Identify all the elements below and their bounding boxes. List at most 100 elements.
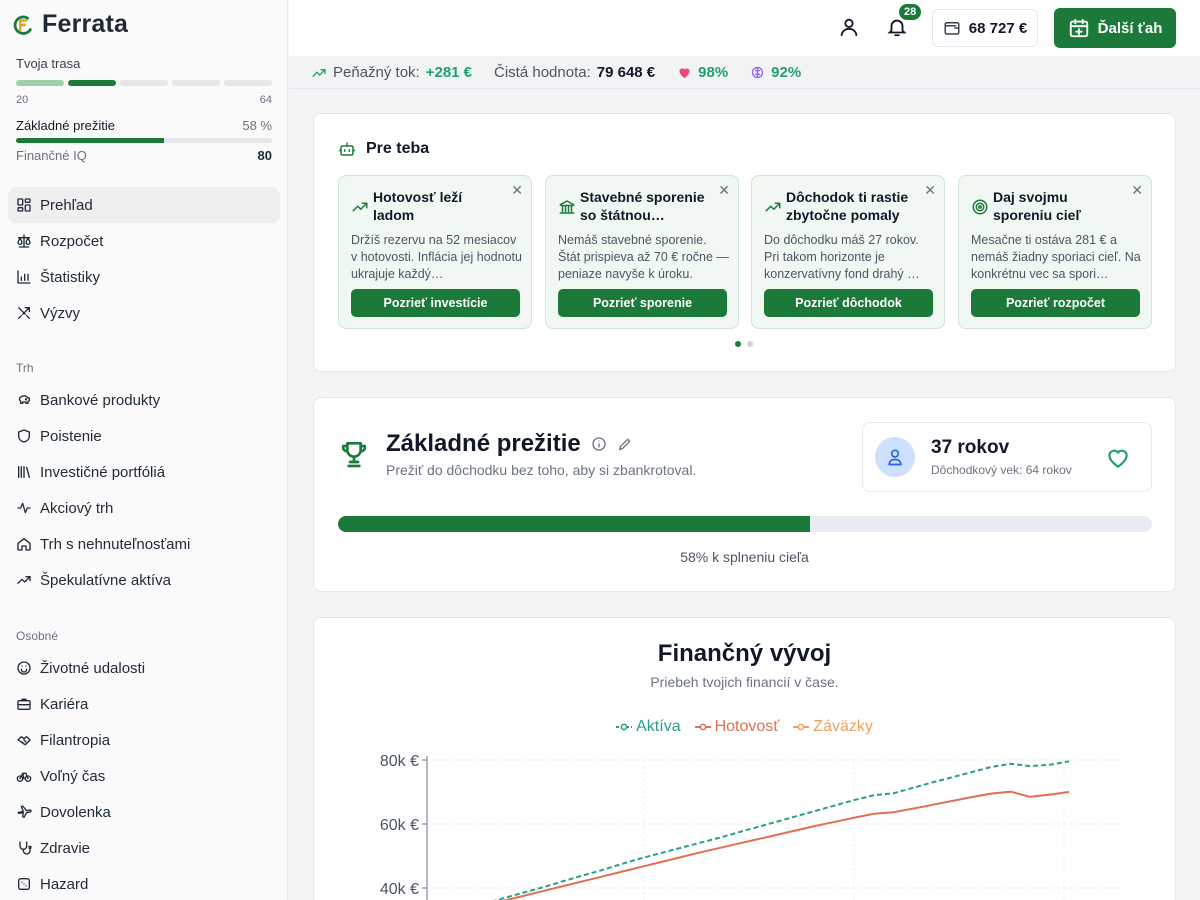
goal-mini-progress: [16, 138, 272, 143]
sidebar-item-investicne-portfolia[interactable]: Investičné portfóliá: [8, 454, 280, 490]
iq-value: 80: [257, 148, 272, 163]
journey-segment: [172, 80, 220, 86]
recommendations-title: Pre teba: [366, 140, 430, 157]
close-icon[interactable]: ✕: [924, 182, 936, 199]
trending-up-icon: [352, 202, 368, 212]
calendar-plus-icon: [1069, 18, 1088, 38]
legend-item-aktiva[interactable]: Aktíva: [616, 718, 681, 736]
ferrata-logo-icon: [13, 15, 32, 35]
recommendation-card: Stavebné sporenie so štátnou… ✕ Nemáš stav…: [545, 175, 739, 329]
sidebar-item-bankove-produkty[interactable]: Bankové produkty: [8, 382, 280, 418]
nav-section-personal: Osobné: [16, 629, 59, 643]
sidebar-item-zivotne-udalosti[interactable]: Životné udalosti: [8, 650, 280, 686]
sidebar-item-prehlad[interactable]: Prehľad: [8, 187, 280, 223]
legend-label: Záväzky: [813, 718, 873, 735]
sidebar-item-label: Rozpočet: [40, 232, 104, 250]
close-icon[interactable]: ✕: [511, 182, 523, 199]
recommendation-button[interactable]: Pozrieť rozpočet: [971, 289, 1140, 317]
networth-value: 79 648 €: [596, 64, 656, 81]
happiness-stat: 92%: [750, 64, 801, 81]
sidebar-item-label: Hazard: [40, 875, 89, 893]
sidebar-item-label: Prehľad: [40, 196, 93, 214]
nav-section-market: Trh: [16, 361, 34, 375]
swords-icon: [18, 307, 30, 319]
journey-segment: [16, 80, 64, 86]
pencil-icon[interactable]: [617, 436, 633, 452]
sidebar-item-spekulativne-aktiva[interactable]: Špekulatívne aktíva: [8, 562, 280, 598]
recommendation-card: Hotovosť leží ladom ✕ Držíš rezervu na 52 …: [338, 175, 532, 329]
sidebar-item-poistenie[interactable]: Poistenie: [8, 418, 280, 454]
carousel-dot-2[interactable]: [747, 341, 753, 347]
sidebar-item-label: Bankové produkty: [40, 391, 161, 409]
brand[interactable]: Ferrata: [12, 10, 128, 39]
networth-label: Čistá hodnota:: [494, 64, 591, 81]
nav-main: Prehľad Rozpočet Štatistiky Výzvy: [8, 187, 280, 331]
smile-icon: [17, 661, 31, 675]
y-tick-label: 80k €: [380, 753, 419, 770]
close-icon[interactable]: ✕: [718, 182, 730, 199]
dice-icon: [18, 878, 30, 890]
house-icon: [17, 538, 31, 551]
legend-item-hotovost[interactable]: Hotovosť: [694, 718, 780, 736]
legend-label: Aktíva: [636, 718, 681, 735]
sidebar-item-zdravie[interactable]: Zdravie: [8, 830, 280, 866]
trending-up-icon: [765, 202, 781, 212]
sidebar-item-statistiky[interactable]: Štatistiky: [8, 259, 280, 295]
recommendation-button[interactable]: Pozrieť sporenie: [558, 289, 727, 317]
plane-icon: [17, 805, 32, 818]
retirement-age: Dôchodkový vek: 64 rokov: [931, 463, 1072, 477]
user-icon[interactable]: [836, 14, 862, 40]
sidebar-item-filantropia[interactable]: Filantropia: [8, 722, 280, 758]
legend-label: Hotovosť: [714, 718, 780, 735]
recommendation-button[interactable]: Pozrieť investície: [351, 289, 520, 317]
legend-item-zavazky[interactable]: Záväzky: [793, 718, 873, 736]
recommendation-button[interactable]: Pozrieť dôchodok: [764, 289, 933, 317]
sidebar-item-akciovy-trh[interactable]: Akciový trh: [8, 490, 280, 526]
goal-card: Základné prežitie Prežiť do dôchodku bez…: [313, 397, 1176, 592]
briefcase-icon: [17, 698, 31, 710]
legend-marker: [793, 723, 810, 731]
wallet-balance[interactable]: 68 727 €: [932, 9, 1038, 47]
sidebar-item-dovolenka[interactable]: Dovolenka: [8, 794, 280, 830]
goal-progress-fill: [338, 516, 811, 532]
cashflow-stat: Peňažný tok: +281 €: [311, 64, 472, 81]
library-icon: [18, 466, 30, 478]
close-icon[interactable]: ✕: [1131, 182, 1143, 199]
sidebar-item-volny-cas[interactable]: Voľný čas: [8, 758, 280, 794]
sidebar-item-kariera[interactable]: Kariéra: [8, 686, 280, 722]
goal-progress-bar: [338, 516, 1152, 532]
health-value: 98%: [698, 64, 729, 81]
recommendation-icon: [558, 198, 576, 216]
goal-progress-caption: 58% k splneniu cieľa: [680, 549, 809, 565]
sidebar-item-label: Akciový trh: [40, 499, 114, 517]
sidebar-item-label: Filantropia: [40, 731, 111, 749]
trending-up-icon: [17, 576, 31, 584]
goal-title-row: Základné prežitie: [386, 430, 633, 458]
brand-name: Ferrata: [42, 10, 129, 38]
cashflow-value: +281 €: [425, 64, 473, 81]
recommendation-desc: Držíš rezervu na 52 mesiacov v hotovosti…: [351, 233, 522, 281]
journey-start: 20: [16, 94, 29, 106]
next-turn-button[interactable]: Ďalší ťah: [1054, 8, 1176, 48]
sidebar-item-vyzvy[interactable]: Výzvy: [8, 295, 280, 331]
info-icon[interactable]: [591, 436, 607, 452]
recommendation-card: Daj svojmu sporeniu cieľ ✕ Mesačne ti ostá…: [958, 175, 1152, 329]
sidebar-item-rozpocet[interactable]: Rozpočet: [8, 223, 280, 259]
dashboard-icon: [17, 198, 31, 212]
bike-icon: [16, 772, 32, 782]
journey-segment: [68, 80, 116, 86]
heart-outline-icon[interactable]: [1105, 445, 1131, 471]
notification-badge: 28: [899, 4, 922, 20]
user-icon: [888, 449, 902, 466]
y-tick-label: 60k €: [380, 817, 419, 834]
handshake-icon: [17, 736, 31, 746]
carousel-dot-1[interactable]: [735, 341, 741, 347]
sidebar-item-trh-s-nehnutelnostami[interactable]: Trh s nehnuteľnosťami: [8, 526, 280, 562]
sidebar-item-hazard[interactable]: Hazard: [8, 866, 280, 900]
current-age: 37 rokov: [931, 437, 1010, 458]
recommendation-title: Stavebné sporenie so štátnou…: [580, 189, 705, 223]
sidebar-item-label: Zdravie: [40, 839, 91, 857]
sidebar: Ferrata Tvoja trasa 20 64 Základné preži…: [0, 0, 288, 900]
journey-end: 64: [259, 94, 272, 106]
recommendation-desc: Nemáš stavebné sporenie. Štát prispieva …: [558, 233, 729, 281]
